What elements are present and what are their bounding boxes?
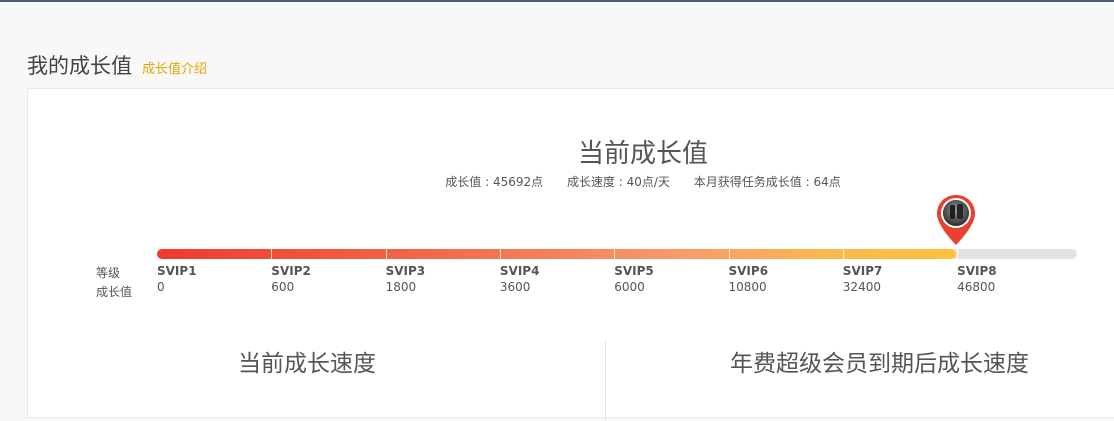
level-item: SVIP5 6000 <box>614 263 654 295</box>
level-name: SVIP1 <box>157 264 197 278</box>
page-title: 我的成长值 <box>27 54 132 78</box>
top-border <box>0 0 1114 2</box>
current-position-marker <box>935 193 977 247</box>
level-item: SVIP8 46800 <box>957 263 997 295</box>
growth-panel: 当前成长值 成长值 : 45692点 成长速度 : 40点/天 本月获得任务成长… <box>27 88 1114 421</box>
level-name: SVIP4 <box>499 264 540 278</box>
level-threshold: 600 <box>271 280 295 294</box>
row-labels: 等级 成长值 <box>96 264 132 302</box>
growth-intro-link[interactable]: 成长值介绍 <box>142 58 207 77</box>
level-name: SVIP3 <box>385 264 426 278</box>
level-row-label: 等级 <box>96 266 121 280</box>
level-item: SVIP1 0 <box>157 263 197 295</box>
level-threshold: 32400 <box>842 280 881 294</box>
level-item: SVIP6 10800 <box>729 263 769 295</box>
level-tick <box>728 249 730 259</box>
level-name: SVIP7 <box>842 264 883 278</box>
level-item: SVIP2 600 <box>271 263 311 295</box>
level-name: SVIP8 <box>957 264 997 278</box>
level-tick <box>385 249 387 259</box>
level-threshold: 1800 <box>385 280 417 294</box>
level-threshold: 0 <box>157 280 165 294</box>
level-threshold: 46800 <box>957 280 996 294</box>
level-name: SVIP2 <box>271 264 311 278</box>
level-threshold: 10800 <box>728 280 767 294</box>
current-growth-title: 当前成长值 <box>577 139 708 169</box>
map-pin-avatar-icon <box>936 195 975 245</box>
section-divider <box>605 341 606 421</box>
level-tick <box>842 249 844 259</box>
growth-value-stat: 成长值 : 45692点 <box>445 175 544 189</box>
level-item: SVIP3 1800 <box>386 263 426 295</box>
level-threshold: 6000 <box>614 280 645 294</box>
expiry-speed-title: 年费超级会员到期后成长速度 <box>730 351 1029 377</box>
level-tick <box>957 249 959 259</box>
level-threshold: 3600 <box>499 280 531 294</box>
level-item: SVIP7 32400 <box>843 263 883 295</box>
growth-stats: 成长值 : 45692点 成长速度 : 40点/天 本月获得任务成长值 : 64… <box>28 173 1114 190</box>
growth-progress-bar <box>157 249 1077 259</box>
growth-progress-fill <box>157 249 956 259</box>
level-tick <box>499 249 501 259</box>
page-header: 我的成长值 成长值介绍 <box>27 50 207 80</box>
monthly-task-stat: 本月获得任务成长值 : 64点 <box>693 175 841 189</box>
level-tick <box>271 249 273 259</box>
level-tick <box>614 249 616 259</box>
current-speed-title: 当前成长速度 <box>238 351 376 377</box>
level-name: SVIP5 <box>614 264 654 278</box>
growth-speed-stat: 成长速度 : 40点/天 <box>566 175 670 189</box>
value-row-label: 成长值 <box>96 285 133 299</box>
level-name: SVIP6 <box>728 264 769 278</box>
level-item: SVIP4 3600 <box>500 263 540 295</box>
